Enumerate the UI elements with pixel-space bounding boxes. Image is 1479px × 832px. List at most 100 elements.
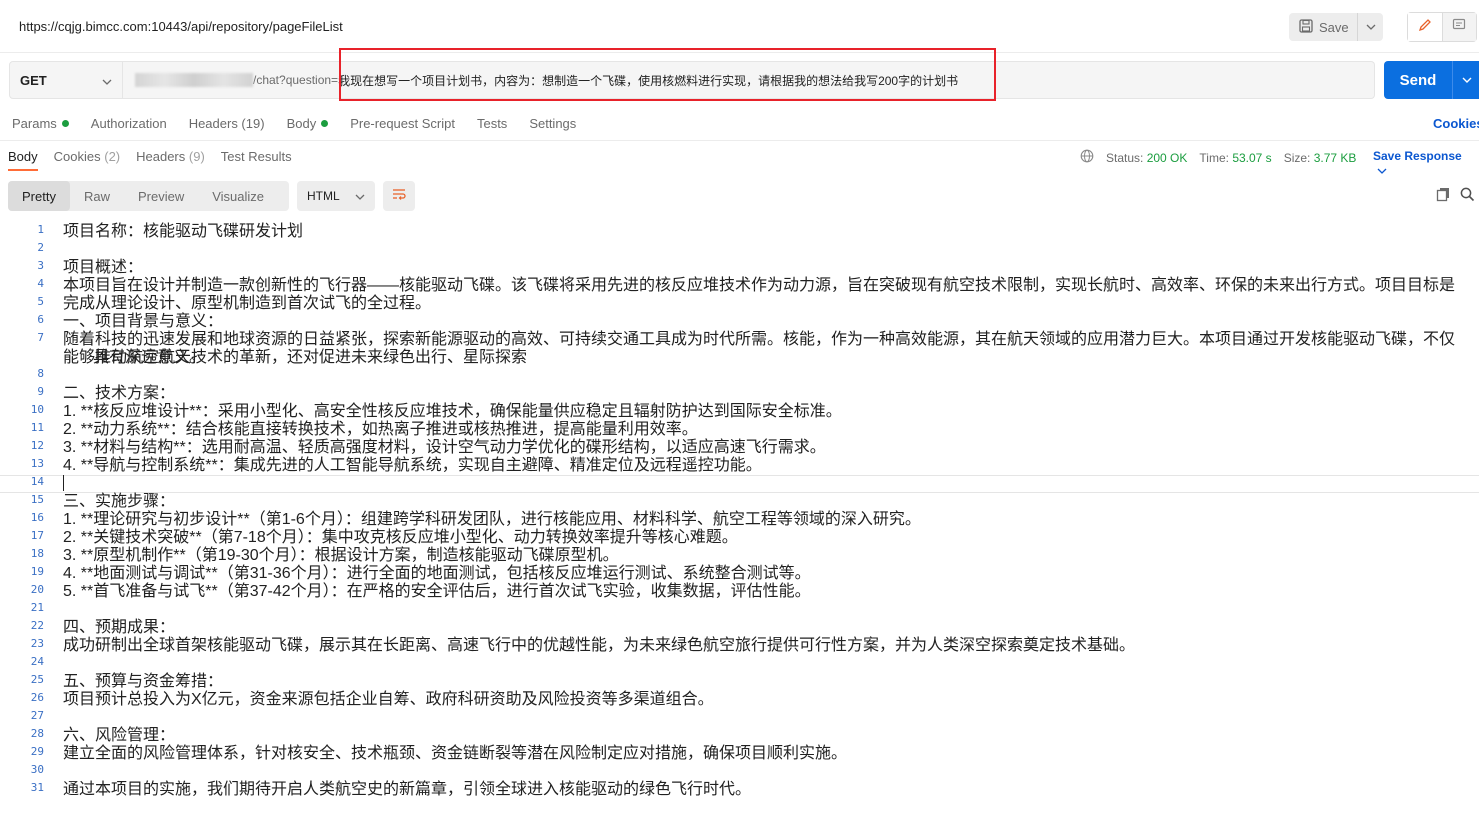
line-number: 31 [30,781,44,794]
wrap-lines-icon [391,187,407,206]
tab-params[interactable]: Params [12,116,69,131]
line-number: 19 [30,565,44,578]
globe-icon[interactable] [1080,149,1094,166]
line-number: 7 [37,331,44,344]
cookies-link[interactable]: Cookies [1433,116,1479,131]
wrap-lines-button[interactable] [383,181,415,211]
tab-headers[interactable]: Headers (19) [189,116,265,131]
url-path: /chat?question= [253,73,339,87]
chevron-down-icon [102,73,112,88]
view-raw[interactable]: Raw [70,181,124,211]
line-number: 9 [37,385,44,398]
comment-icon [1452,18,1466,37]
current-line-highlight [0,475,1479,493]
code-line: 三、实施步骤： [63,493,176,510]
line-number: 25 [30,673,44,686]
tab-label: Tests [476,116,508,131]
tab-response-cookies[interactable]: Cookies (2) [54,149,120,164]
format-label: HTML [307,189,340,203]
line-number: 13 [30,457,44,470]
send-button[interactable]: Send [1384,61,1452,99]
save-response-label: Save Response [1373,149,1462,163]
request-url-title: https://cqjg.bimcc.com:10443/api/reposit… [19,19,343,34]
time-text: Time: 53.07 s [1199,151,1271,165]
view-preview[interactable]: Preview [124,181,198,211]
code-line: 项目名称：核能驱动飞碟研发计划 [63,223,304,240]
format-select[interactable]: HTML [297,181,375,211]
code-line: 本项目旨在设计并制造一款创新性的飞行器——核能驱动飞碟。该飞碟将采用先进的核反应… [63,277,1456,312]
tab-count: (9) [188,149,205,164]
size-label: Size: [1283,150,1311,165]
method-label: GET [20,72,47,88]
tab-pre-request-script[interactable]: Pre-request Script [350,116,455,131]
code-line: 二、技术方案： [63,385,176,402]
comments-button[interactable] [1441,13,1476,41]
line-number: 21 [30,601,44,614]
response-tabs: Body Cookies (2) Headers (9) Test Result… [8,149,308,171]
edit-button[interactable] [1408,13,1442,41]
status-text: Status: 200 OK [1106,151,1187,165]
line-number: 28 [30,727,44,740]
copy-icon[interactable] [1436,187,1451,207]
request-tabs: Params Authorization Headers (19) Body P… [12,116,598,131]
code-line: 一、项目背景与意义： [63,313,224,330]
tab-response-headers[interactable]: Headers (9) [136,149,205,164]
code-line: 四、预期成果： [63,619,176,636]
code-line: 3. **材料与结构**：选用耐高温、轻质高强度材料，设计空气动力学优化的碟形结… [63,439,826,456]
send-dropdown-button[interactable] [1452,61,1479,99]
code-line: 成功研制出全球首架核能驱动飞碟，展示其在长距离、高速飞行中的优越性能，为未来绿色… [63,637,1136,654]
method-select[interactable]: GET [9,61,123,99]
tab-authorization[interactable]: Authorization [91,116,167,131]
tab-body[interactable]: Body [287,116,329,131]
code-line: 4. **地面测试与调试**（第31-36个月）：进行全面的地面测试，包括核反应… [63,565,811,582]
view-mode-switcher: Pretty Raw Preview Visualize [8,181,289,211]
line-number: 2 [37,241,44,254]
line-number: 20 [30,583,44,596]
code-line: 建立全面的风险管理体系，针对核安全、技术瓶颈、资金链断裂等潜在风险制定应对措施，… [63,745,848,762]
line-number: 15 [30,493,44,506]
view-visualize[interactable]: Visualize [198,181,278,211]
text-cursor [63,475,64,491]
code-line-continuation: 具有深远意义。 [93,349,206,366]
time-value: 53.07 s [1232,150,1272,165]
chevron-down-icon [1366,21,1376,33]
indicator-dot [61,120,69,127]
code-line: 4. **导航与控制系统**：集成先进的人工智能导航系统，实现自主避障、精准定位… [63,457,762,474]
line-number: 11 [30,421,44,434]
chevron-down-icon [1373,163,1387,177]
tab-label: Pre-request Script [350,116,455,131]
indicator-dot [321,120,329,127]
save-dropdown-button[interactable] [1357,13,1383,41]
line-number: 3 [37,259,44,272]
tab-label: Params [12,116,57,131]
save-label: Save [1319,19,1349,35]
code-line: 5. **首飞准备与试飞**（第37-42个月）：在严格的安全评估后，进行首次试… [63,583,811,600]
line-number: 8 [37,367,44,380]
save-button[interactable]: Save [1289,13,1357,41]
status-value: 200 OK [1146,150,1188,165]
code-line: 项目概述： [63,259,144,276]
highlight-annotation [339,48,996,101]
code-line: 五、预算与资金筹措： [63,673,224,690]
response-status-bar: Status: 200 OK Time: 53.07 s Size: 3.77 … [1080,149,1368,166]
save-response-button[interactable]: Save Response [1373,149,1479,177]
line-number: 29 [30,745,44,758]
line-number: 16 [30,511,44,524]
line-number: 4 [37,277,44,290]
line-number: 27 [30,709,44,722]
divider [0,140,1479,141]
tab-settings[interactable]: Settings [529,116,576,131]
tab-label: Headers [136,149,186,164]
tab-tests[interactable]: Tests [477,116,507,131]
line-number: 18 [30,547,44,560]
tab-test-results[interactable]: Test Results [221,149,292,164]
save-icon [1299,18,1313,36]
view-pretty[interactable]: Pretty [8,181,70,211]
search-icon[interactable] [1460,187,1475,207]
pencil-icon [1418,18,1432,37]
line-number: 22 [30,619,44,632]
tab-label: Cookies [53,149,101,164]
tab-response-body[interactable]: Body [8,149,38,171]
code-line: 六、风险管理： [63,727,176,744]
tab-label: Body [286,116,317,131]
